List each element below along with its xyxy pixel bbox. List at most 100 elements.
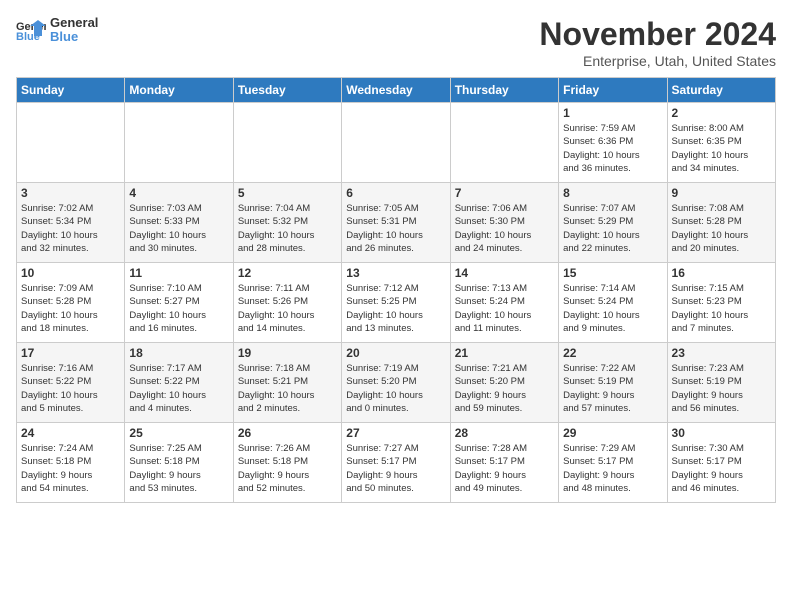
calendar-week-row: 17 Sunrise: 7:16 AM Sunset: 5:22 PM Dayli… [17, 343, 776, 423]
day-number: 14 [455, 266, 554, 280]
day-info: Sunrise: 7:30 AM Sunset: 5:17 PM Dayligh… [672, 442, 771, 495]
calendar-week-row: 1 Sunrise: 7:59 AM Sunset: 6:36 PM Daylig… [17, 103, 776, 183]
day-info: Sunrise: 7:09 AM Sunset: 5:28 PM Dayligh… [21, 282, 120, 335]
calendar-day [342, 103, 450, 183]
title-block: November 2024 Enterprise, Utah, United S… [539, 16, 776, 69]
day-number: 10 [21, 266, 120, 280]
day-number: 4 [129, 186, 228, 200]
day-number: 19 [238, 346, 337, 360]
calendar-day [125, 103, 233, 183]
day-info: Sunrise: 7:25 AM Sunset: 5:18 PM Dayligh… [129, 442, 228, 495]
calendar-day [233, 103, 341, 183]
day-info: Sunrise: 7:13 AM Sunset: 5:24 PM Dayligh… [455, 282, 554, 335]
day-number: 26 [238, 426, 337, 440]
day-info: Sunrise: 7:02 AM Sunset: 5:34 PM Dayligh… [21, 202, 120, 255]
day-number: 12 [238, 266, 337, 280]
day-number: 23 [672, 346, 771, 360]
day-number: 17 [21, 346, 120, 360]
day-info: Sunrise: 7:29 AM Sunset: 5:17 PM Dayligh… [563, 442, 662, 495]
calendar-day [450, 103, 558, 183]
day-number: 3 [21, 186, 120, 200]
day-number: 6 [346, 186, 445, 200]
calendar-day: 24Sunrise: 7:24 AM Sunset: 5:18 PM Dayli… [17, 423, 125, 503]
day-number: 15 [563, 266, 662, 280]
calendar-day: 12 Sunrise: 7:11 AM Sunset: 5:26 PM Dayli… [233, 263, 341, 343]
day-info: Sunrise: 7:28 AM Sunset: 5:17 PM Dayligh… [455, 442, 554, 495]
calendar-day: 11 Sunrise: 7:10 AM Sunset: 5:27 PM Dayli… [125, 263, 233, 343]
day-number: 21 [455, 346, 554, 360]
calendar-day: 28 Sunrise: 7:28 AM Sunset: 5:17 PM Dayli… [450, 423, 558, 503]
calendar-day: 29 Sunrise: 7:29 AM Sunset: 5:17 PM Dayli… [559, 423, 667, 503]
day-number: 1 [563, 106, 662, 120]
day-info: Sunrise: 7:16 AM Sunset: 5:22 PM Dayligh… [21, 362, 120, 415]
calendar-day: 16 Sunrise: 7:15 AM Sunset: 5:23 PM Dayli… [667, 263, 775, 343]
calendar-day: 26Sunrise: 7:26 AM Sunset: 5:18 PM Dayli… [233, 423, 341, 503]
day-info: Sunrise: 7:59 AM Sunset: 6:36 PM Dayligh… [563, 122, 662, 175]
logo-icon: General Blue [16, 18, 46, 42]
day-info: Sunrise: 7:04 AM Sunset: 5:32 PM Dayligh… [238, 202, 337, 255]
logo-blue: Blue [50, 30, 98, 44]
calendar-day: 8Sunrise: 7:07 AM Sunset: 5:29 PM Daylig… [559, 183, 667, 263]
day-number: 13 [346, 266, 445, 280]
calendar-header-row: SundayMondayTuesdayWednesdayThursdayFrid… [17, 78, 776, 103]
calendar-day: 20Sunrise: 7:19 AM Sunset: 5:20 PM Dayli… [342, 343, 450, 423]
day-info: Sunrise: 7:12 AM Sunset: 5:25 PM Dayligh… [346, 282, 445, 335]
day-number: 25 [129, 426, 228, 440]
header-wednesday: Wednesday [342, 78, 450, 103]
day-info: Sunrise: 7:24 AM Sunset: 5:18 PM Dayligh… [21, 442, 120, 495]
calendar-day: 7 Sunrise: 7:06 AM Sunset: 5:30 PM Daylig… [450, 183, 558, 263]
logo: General Blue General Blue [16, 16, 98, 45]
calendar-day: 27Sunrise: 7:27 AM Sunset: 5:17 PM Dayli… [342, 423, 450, 503]
day-number: 18 [129, 346, 228, 360]
day-info: Sunrise: 7:03 AM Sunset: 5:33 PM Dayligh… [129, 202, 228, 255]
calendar-day: 4 Sunrise: 7:03 AM Sunset: 5:33 PM Daylig… [125, 183, 233, 263]
day-number: 29 [563, 426, 662, 440]
day-info: Sunrise: 7:05 AM Sunset: 5:31 PM Dayligh… [346, 202, 445, 255]
location-title: Enterprise, Utah, United States [539, 53, 776, 69]
calendar-day: 17 Sunrise: 7:16 AM Sunset: 5:22 PM Dayli… [17, 343, 125, 423]
day-number: 2 [672, 106, 771, 120]
header-sunday: Sunday [17, 78, 125, 103]
day-number: 16 [672, 266, 771, 280]
calendar-day: 25 Sunrise: 7:25 AM Sunset: 5:18 PM Dayli… [125, 423, 233, 503]
calendar-day: 2 Sunrise: 8:00 AM Sunset: 6:35 PM Daylig… [667, 103, 775, 183]
header-thursday: Thursday [450, 78, 558, 103]
calendar-day: 18 Sunrise: 7:17 AM Sunset: 5:22 PM Dayli… [125, 343, 233, 423]
day-number: 7 [455, 186, 554, 200]
calendar-day: 22Sunrise: 7:22 AM Sunset: 5:19 PM Dayli… [559, 343, 667, 423]
day-info: Sunrise: 7:17 AM Sunset: 5:22 PM Dayligh… [129, 362, 228, 415]
day-number: 11 [129, 266, 228, 280]
day-number: 5 [238, 186, 337, 200]
header-friday: Friday [559, 78, 667, 103]
calendar-day: 1 Sunrise: 7:59 AM Sunset: 6:36 PM Daylig… [559, 103, 667, 183]
day-info: Sunrise: 7:23 AM Sunset: 5:19 PM Dayligh… [672, 362, 771, 415]
day-info: Sunrise: 7:21 AM Sunset: 5:20 PM Dayligh… [455, 362, 554, 415]
day-info: Sunrise: 7:11 AM Sunset: 5:26 PM Dayligh… [238, 282, 337, 335]
calendar-day: 21 Sunrise: 7:21 AM Sunset: 5:20 PM Dayli… [450, 343, 558, 423]
day-info: Sunrise: 7:14 AM Sunset: 5:24 PM Dayligh… [563, 282, 662, 335]
day-info: Sunrise: 7:10 AM Sunset: 5:27 PM Dayligh… [129, 282, 228, 335]
calendar-day: 14 Sunrise: 7:13 AM Sunset: 5:24 PM Dayli… [450, 263, 558, 343]
calendar-day: 19 Sunrise: 7:18 AM Sunset: 5:21 PM Dayli… [233, 343, 341, 423]
calendar-week-row: 10 Sunrise: 7:09 AM Sunset: 5:28 PM Dayli… [17, 263, 776, 343]
calendar-day: 30Sunrise: 7:30 AM Sunset: 5:17 PM Dayli… [667, 423, 775, 503]
calendar-day: 13 Sunrise: 7:12 AM Sunset: 5:25 PM Dayli… [342, 263, 450, 343]
page-header: General Blue General Blue November 2024 … [16, 16, 776, 69]
day-info: Sunrise: 7:18 AM Sunset: 5:21 PM Dayligh… [238, 362, 337, 415]
day-number: 28 [455, 426, 554, 440]
calendar-day [17, 103, 125, 183]
calendar-table: SundayMondayTuesdayWednesdayThursdayFrid… [16, 77, 776, 503]
day-info: Sunrise: 7:15 AM Sunset: 5:23 PM Dayligh… [672, 282, 771, 335]
header-tuesday: Tuesday [233, 78, 341, 103]
calendar-day: 9Sunrise: 7:08 AM Sunset: 5:28 PM Daylig… [667, 183, 775, 263]
calendar-week-row: 3 Sunrise: 7:02 AM Sunset: 5:34 PM Daylig… [17, 183, 776, 263]
day-info: Sunrise: 8:00 AM Sunset: 6:35 PM Dayligh… [672, 122, 771, 175]
day-number: 8 [563, 186, 662, 200]
logo-general: General [50, 16, 98, 30]
calendar-day: 15 Sunrise: 7:14 AM Sunset: 5:24 PM Dayli… [559, 263, 667, 343]
calendar-day: 5 Sunrise: 7:04 AM Sunset: 5:32 PM Daylig… [233, 183, 341, 263]
day-info: Sunrise: 7:08 AM Sunset: 5:28 PM Dayligh… [672, 202, 771, 255]
header-monday: Monday [125, 78, 233, 103]
calendar-week-row: 24Sunrise: 7:24 AM Sunset: 5:18 PM Dayli… [17, 423, 776, 503]
day-info: Sunrise: 7:06 AM Sunset: 5:30 PM Dayligh… [455, 202, 554, 255]
